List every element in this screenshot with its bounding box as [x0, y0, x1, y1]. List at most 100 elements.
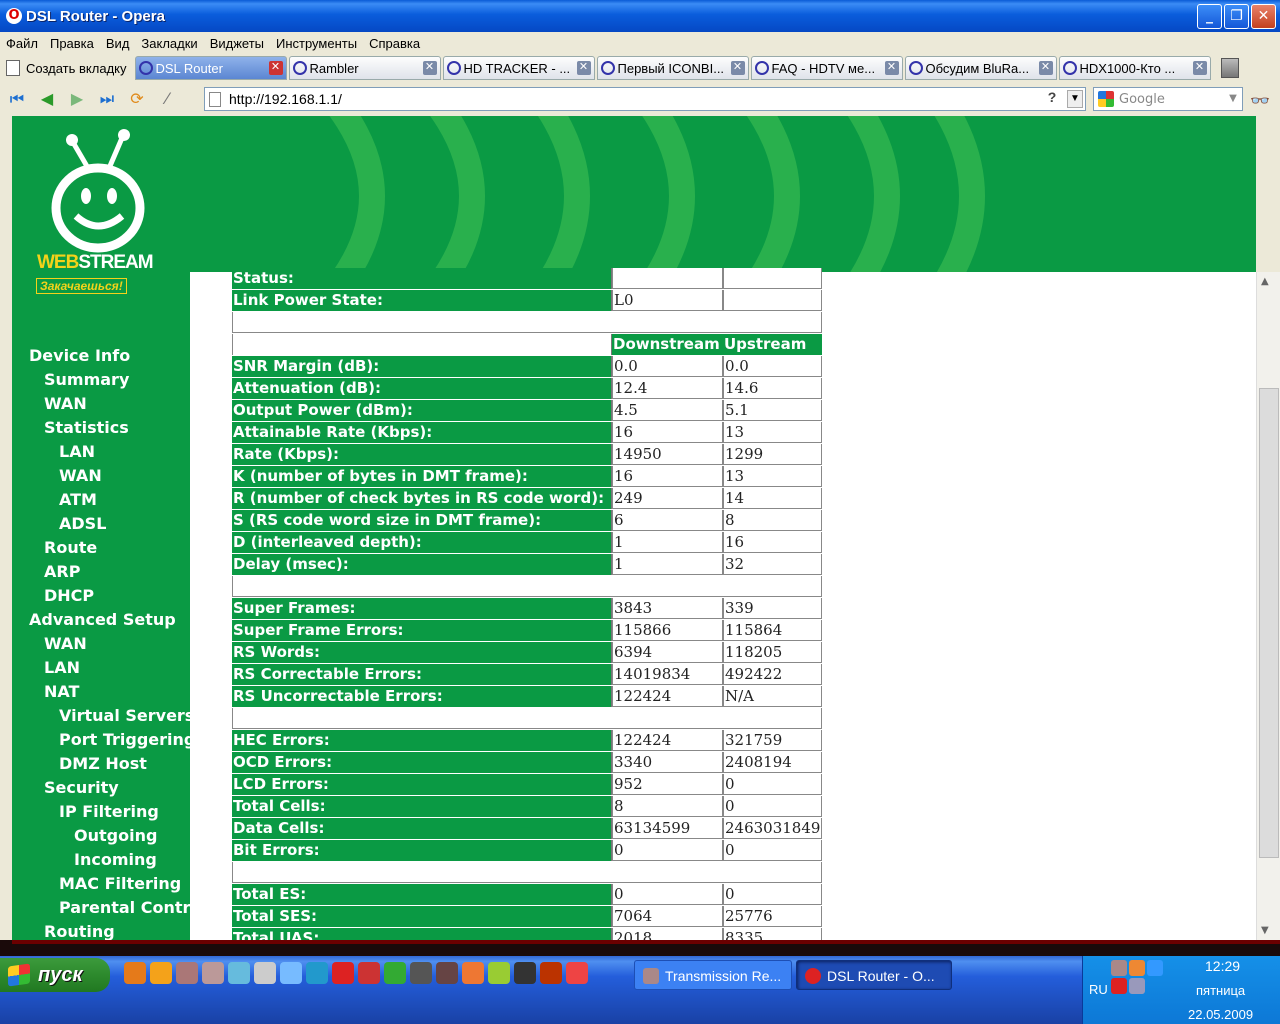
kaspersky-icon[interactable] [1111, 978, 1127, 994]
trash-icon[interactable] [1220, 58, 1239, 78]
fast-forward-icon[interactable]: ⏭ [94, 87, 120, 111]
sidebar-item-incoming[interactable]: Incoming [74, 850, 157, 874]
taskbar-item-transmission[interactable]: Transmission Re... [634, 960, 792, 990]
forward-icon[interactable]: ▶ [64, 87, 90, 111]
sidebar-item-device-info[interactable]: Device Info [29, 346, 130, 370]
wand-icon[interactable]: ⁄ [154, 87, 180, 111]
tray-app-icon[interactable] [1111, 960, 1127, 976]
quicklaunch-app-icon[interactable] [462, 962, 484, 984]
maximize-button[interactable]: ❐ [1224, 4, 1249, 29]
search-dropdown-icon[interactable]: ▼ [1226, 90, 1240, 108]
quicklaunch-app-icon[interactable] [124, 962, 146, 984]
menu-widgets[interactable]: Виджеты [210, 36, 264, 51]
sidebar-item-lan[interactable]: LAN [44, 658, 80, 682]
menu-bookmarks[interactable]: Закладки [141, 36, 197, 51]
sidebar-item-security[interactable]: Security [44, 778, 119, 802]
sidebar-item-summary[interactable]: Summary [44, 370, 129, 394]
quicklaunch-app-icon[interactable] [176, 962, 198, 984]
quicklaunch-app-icon[interactable] [566, 962, 588, 984]
sidebar-item-statistics[interactable]: Statistics [44, 418, 129, 442]
scroll-up-icon[interactable]: ▲ [1261, 276, 1269, 287]
menu-edit[interactable]: Правка [50, 36, 94, 51]
tab-close-icon[interactable]: ✕ [1192, 61, 1207, 75]
sidebar-item-arp[interactable]: ARP [44, 562, 80, 586]
tab-5[interactable]: Обсудим BluRa... ✕ [904, 56, 1057, 80]
quicklaunch-app-icon[interactable] [358, 962, 380, 984]
sidebar-item-route[interactable]: Route [44, 538, 97, 562]
sidebar-item-advanced-setup[interactable]: Advanced Setup [29, 610, 176, 634]
quicklaunch-app-icon[interactable] [540, 962, 562, 984]
tab-close-icon[interactable]: ✕ [268, 61, 283, 75]
quicklaunch-app-icon[interactable] [488, 962, 510, 984]
sidebar-item-routing[interactable]: Routing [44, 922, 115, 940]
quicklaunch-app-icon[interactable] [410, 962, 432, 984]
rewind-icon[interactable]: ⏮ [4, 87, 30, 111]
close-button[interactable]: ✕ [1251, 4, 1276, 29]
sidebar-item-adsl[interactable]: ADSL [59, 514, 106, 538]
sidebar-item-wan[interactable]: WAN [59, 466, 102, 490]
tab-3[interactable]: Первый ICONBI... ✕ [596, 56, 749, 80]
tab-6[interactable]: HDX1000-Кто ... ✕ [1058, 56, 1211, 80]
tab-2[interactable]: HD TRACKER - ... ✕ [442, 56, 595, 80]
sidebar-item-atm[interactable]: ATM [59, 490, 97, 514]
table-row: Rate (Kbps): 14950 1299 [232, 444, 822, 466]
new-tab-button[interactable]: Создать вкладку [0, 56, 133, 80]
language-indicator[interactable]: RU [1089, 982, 1108, 997]
sidebar-item-wan[interactable]: WAN [44, 394, 87, 418]
scroll-down-icon[interactable]: ▼ [1261, 925, 1269, 936]
sidebar-item-dhcp[interactable]: DHCP [44, 586, 94, 610]
tab-close-icon[interactable]: ✕ [422, 61, 437, 75]
sidebar-item-nat[interactable]: NAT [44, 682, 79, 706]
quicklaunch-app-icon[interactable] [202, 962, 224, 984]
menu-help[interactable]: Справка [369, 36, 420, 51]
quicklaunch-app-icon[interactable] [306, 962, 328, 984]
quicklaunch-app-icon[interactable] [280, 962, 302, 984]
sidebar-item-dmz-host[interactable]: DMZ Host [59, 754, 147, 778]
quicklaunch-app-icon[interactable] [514, 962, 536, 984]
menu-file[interactable]: Файл [6, 36, 38, 51]
tab-4[interactable]: FAQ - HDTV ме... ✕ [750, 56, 903, 80]
sidebar-item-port-triggering[interactable]: Port Triggering [59, 730, 195, 754]
sidebar-item-wan[interactable]: WAN [44, 634, 87, 658]
tab-0[interactable]: DSL Router ✕ [134, 56, 287, 80]
start-button[interactable]: пуск [0, 958, 110, 992]
sidebar-item-virtual-servers[interactable]: Virtual Servers [59, 706, 194, 730]
address-dropdown-icon[interactable]: ▼ [1067, 90, 1083, 108]
quicklaunch-app-icon[interactable] [254, 962, 276, 984]
tab-close-icon[interactable]: ✕ [884, 61, 899, 75]
table-row: RS Correctable Errors: 14019834 492422 [232, 664, 822, 686]
vertical-scrollbar[interactable]: ▲ ▼ [1256, 272, 1280, 940]
quicklaunch-app-icon[interactable] [384, 962, 406, 984]
sidebar-item-ip-filtering[interactable]: IP Filtering [59, 802, 159, 826]
reload-icon[interactable]: ⟳ [124, 87, 150, 111]
clock-time[interactable]: 12:29 [1205, 958, 1240, 974]
search-field[interactable]: Google ▼ [1093, 87, 1243, 111]
quicklaunch-app-icon[interactable] [228, 962, 250, 984]
taskbar-item-opera[interactable]: DSL Router - O... [796, 960, 952, 990]
quicklaunch-app-icon[interactable] [332, 962, 354, 984]
menu-view[interactable]: Вид [106, 36, 130, 51]
sidebar-item-mac-filtering[interactable]: MAC Filtering [59, 874, 181, 898]
tab-close-icon[interactable]: ✕ [576, 61, 591, 75]
minimize-button[interactable]: _ [1197, 4, 1222, 29]
tab-close-icon[interactable]: ✕ [730, 61, 745, 75]
quicklaunch-app-icon[interactable] [150, 962, 172, 984]
help-icon[interactable]: ? [1043, 89, 1061, 109]
tab-label: HDX1000-Кто ... [1079, 60, 1176, 76]
address-field[interactable]: http://192.168.1.1/ ? ▼ [204, 87, 1086, 111]
sidebar-item-parental-control[interactable]: Parental Control [59, 898, 207, 922]
back-icon[interactable]: ◀ [34, 87, 60, 111]
window-titlebar[interactable]: O DSL Router - Opera _ ❐ ✕ [0, 0, 1280, 32]
upstream-value: 2408194 [723, 752, 822, 773]
sidebar-item-lan[interactable]: LAN [59, 442, 95, 466]
sidebar-item-outgoing[interactable]: Outgoing [74, 826, 157, 850]
network-icon[interactable] [1129, 978, 1145, 994]
menu-tools[interactable]: Инструменты [276, 36, 357, 51]
glasses-icon[interactable]: 👓 [1250, 91, 1270, 110]
scroll-thumb[interactable] [1259, 388, 1279, 858]
tab-1[interactable]: Rambler ✕ [288, 56, 441, 80]
tray-arrow-icon[interactable] [1147, 960, 1163, 976]
speaker-icon[interactable] [1129, 960, 1145, 976]
tab-close-icon[interactable]: ✕ [1038, 61, 1053, 75]
quicklaunch-app-icon[interactable] [436, 962, 458, 984]
